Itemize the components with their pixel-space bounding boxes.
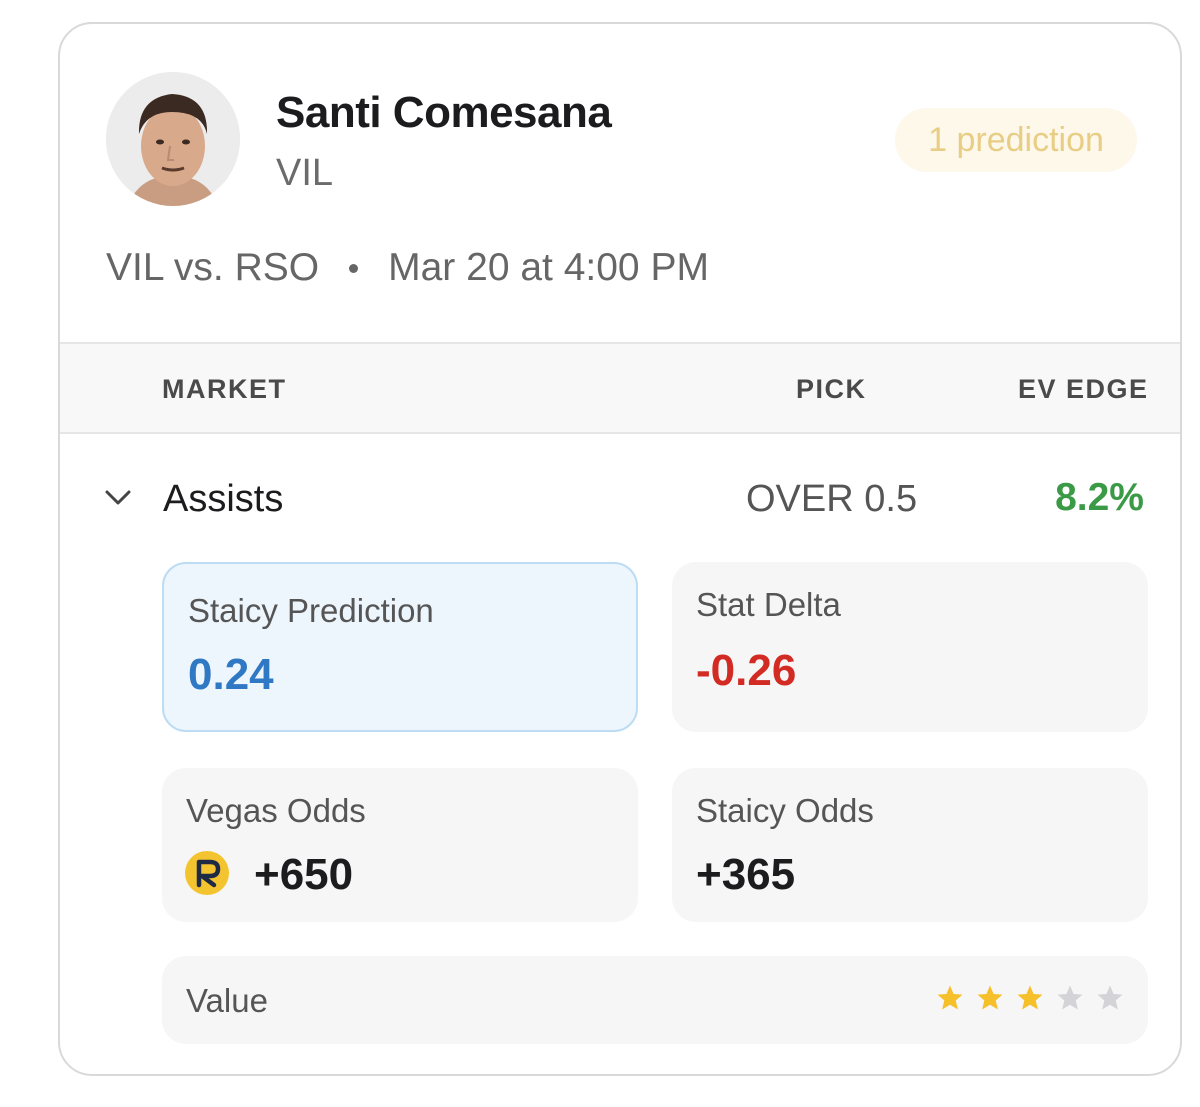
pick-value: OVER 0.5: [746, 478, 918, 520]
header-pick: PICK: [796, 374, 867, 404]
vegas-odds-box: Vegas Odds +650: [162, 768, 638, 922]
chevron-down-icon[interactable]: [104, 488, 132, 508]
star-filled-icon: [1017, 985, 1043, 1010]
vegas-odds-label: Vegas Odds: [186, 792, 366, 829]
staicy-prediction-value: 0.24: [188, 650, 274, 699]
header-ev-edge: EV EDGE: [1018, 374, 1149, 404]
vegas-odds-value: +650: [254, 850, 354, 899]
header-market: MARKET: [162, 374, 287, 404]
staicy-prediction-label: Staicy Prediction: [188, 592, 434, 629]
market-name[interactable]: Assists: [163, 478, 283, 521]
stat-delta-value: -0.26: [696, 646, 797, 695]
staicy-odds-value: +365: [696, 850, 796, 899]
star-filled-icon: [937, 985, 963, 1010]
table-header: MARKET PICK EV EDGE: [60, 342, 1180, 434]
prediction-count-badge[interactable]: 1 prediction: [895, 108, 1137, 172]
value-label: Value: [186, 982, 268, 1019]
stat-delta-label: Stat Delta: [696, 586, 841, 623]
stat-delta-box: Stat Delta -0.26: [672, 562, 1148, 732]
prediction-card: Santi Comesana VIL 1 prediction VIL vs. …: [58, 22, 1182, 1076]
star-filled-icon: [977, 985, 1003, 1010]
player-name: Santi Comesana: [276, 88, 612, 137]
player-avatar: [106, 72, 240, 206]
match-teams: VIL vs. RSO: [106, 246, 320, 289]
star-empty-icon: [1057, 985, 1083, 1010]
match-info: VIL vs. RSO Mar 20 at 4:00 PM: [106, 246, 709, 290]
value-rating-box: Value: [162, 956, 1148, 1044]
star-rating: [936, 984, 1124, 1012]
separator-dot: [349, 263, 359, 273]
player-team: VIL: [276, 152, 334, 194]
staicy-odds-label: Staicy Odds: [696, 792, 874, 829]
ev-edge-value: 8.2%: [1055, 476, 1144, 519]
staicy-odds-box: Staicy Odds +365: [672, 768, 1148, 922]
staicy-prediction-box: Staicy Prediction 0.24: [162, 562, 638, 732]
star-empty-icon: [1097, 985, 1123, 1010]
sportsbook-logo-icon: [185, 851, 229, 895]
match-datetime: Mar 20 at 4:00 PM: [388, 246, 709, 289]
